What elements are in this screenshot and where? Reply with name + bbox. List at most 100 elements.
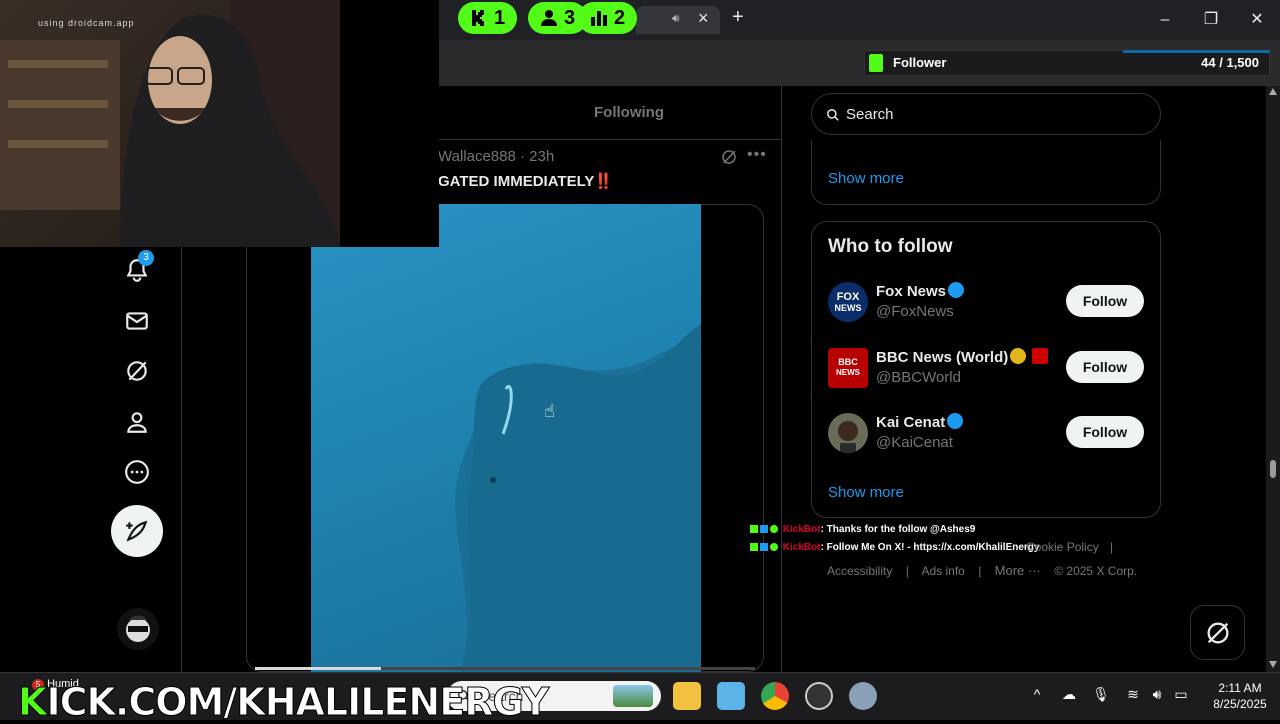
webcam-overlay: using droidcam.app xyxy=(0,0,439,247)
footer-links: Accessibility | Ads info | More ··· © 20… xyxy=(827,563,1147,578)
cookie-policy-link[interactable]: Cookie Policy | xyxy=(1026,540,1113,554)
tweet-text: GATED IMMEDIATELY‼️ xyxy=(438,173,614,190)
wifi-icon[interactable]: ≋ xyxy=(1124,686,1142,704)
suggested-account[interactable]: Kai Cenat @KaiCenat Follow xyxy=(828,413,1148,469)
scroll-up-icon[interactable] xyxy=(1269,88,1277,95)
verified-icon xyxy=(947,413,964,429)
clock-time: 2:11 AM xyxy=(1218,681,1262,695)
speaker-icon[interactable]: 🔊︎ xyxy=(672,11,680,26)
video-player[interactable] xyxy=(311,204,701,672)
video-progress[interactable] xyxy=(255,667,755,670)
nav-messages[interactable] xyxy=(119,303,155,339)
settings-icon[interactable] xyxy=(849,682,877,710)
mail-icon xyxy=(126,312,148,330)
tab-close-icon[interactable]: × xyxy=(698,8,709,29)
taskbar-clock[interactable]: 2:11 AM 8/25/2025 xyxy=(1205,680,1275,712)
minimize-button[interactable]: – xyxy=(1153,8,1177,32)
svg-text:FOX: FOX xyxy=(837,291,860,303)
chat-message: KickBot: Thanks for the follow @Ashes9 xyxy=(750,524,975,535)
chat-text: : Follow Me On X! - https://x.com/Khalil… xyxy=(820,542,1040,553)
kick-banner-text: ICK.COM/KHALILENERGY xyxy=(46,680,550,724)
post-button[interactable] xyxy=(111,505,163,557)
more-circle-icon xyxy=(125,460,149,484)
nav-more[interactable] xyxy=(119,454,155,490)
nav-grok[interactable] xyxy=(119,353,155,389)
show-more-link[interactable]: Show more xyxy=(828,484,904,501)
follow-button[interactable]: Follow xyxy=(1066,416,1144,448)
page-scrollbar[interactable] xyxy=(1266,86,1280,672)
nav-notifications[interactable]: 3 xyxy=(119,250,155,288)
restore-button[interactable]: ❐ xyxy=(1199,8,1223,32)
account-name: BBC News (World) xyxy=(876,349,1009,366)
kick-badge-icon xyxy=(750,543,758,551)
person-icon xyxy=(541,10,557,26)
new-tab-button[interactable]: + xyxy=(732,6,744,29)
copyright: © 2025 X Corp. xyxy=(1054,564,1138,578)
tweet-more-icon[interactable]: ••• xyxy=(747,146,767,164)
follower-goal-accent xyxy=(1123,50,1270,53)
affiliate-icon xyxy=(1032,348,1049,364)
account-avatar[interactable] xyxy=(117,608,159,650)
grok-floating-button[interactable] xyxy=(1190,605,1245,660)
accessibility-link[interactable]: Accessibility xyxy=(827,564,892,578)
microphone-icon[interactable]: 🎙︎ xyxy=(1092,686,1110,704)
tweet-author[interactable]: Wallace888 · 23h xyxy=(438,148,554,165)
chrome-icon[interactable] xyxy=(761,682,789,710)
grok-icon[interactable] xyxy=(720,148,738,171)
footer-separator: | xyxy=(905,564,909,578)
video-frame-image xyxy=(455,204,701,672)
kick-pill-value: 1 xyxy=(494,6,506,29)
follow-button[interactable]: Follow xyxy=(1066,351,1144,383)
bbc-avatar: BBC NEWS xyxy=(828,348,868,388)
suggested-account[interactable]: BBC NEWS BBC News (World) @BBCWorld Follo… xyxy=(828,348,1148,404)
bot-badge-icon xyxy=(760,543,768,551)
kick-banner-prefix: K xyxy=(17,680,47,724)
svg-text:BBC: BBC xyxy=(838,357,858,367)
chat-message: KickBot: Follow Me On X! - https://x.com… xyxy=(750,542,1039,553)
feather-plus-icon xyxy=(126,520,148,542)
cookie-policy-text[interactable]: Cookie Policy xyxy=(1026,540,1099,554)
grok-icon xyxy=(1207,622,1228,643)
kaicenat-avatar xyxy=(828,413,868,453)
search-icon xyxy=(827,109,839,121)
scroll-thumb[interactable] xyxy=(1270,460,1276,478)
notepad-icon[interactable] xyxy=(717,682,745,710)
footer-separator: | xyxy=(1110,540,1114,554)
account-handle: @KaiCenat xyxy=(876,434,953,451)
chevron-up-icon[interactable]: ^ xyxy=(1028,686,1046,704)
kick-viewers-pill: 1 xyxy=(458,2,518,34)
follow-button[interactable]: Follow xyxy=(1066,285,1144,317)
grok-icon xyxy=(127,361,147,381)
search-placeholder: Search xyxy=(846,106,894,123)
browser-tab[interactable]: 🔊︎ × xyxy=(636,6,720,34)
ads-info-link[interactable]: Ads info xyxy=(922,564,965,578)
webcam-scene xyxy=(0,0,439,247)
more-link[interactable]: More ··· xyxy=(995,563,1041,578)
video-progress-fill xyxy=(255,667,381,670)
close-window-button[interactable]: ✕ xyxy=(1245,8,1269,32)
clock-date: 8/25/2025 xyxy=(1213,697,1267,711)
scroll-down-icon[interactable] xyxy=(1269,661,1277,668)
bars-icon xyxy=(591,11,607,26)
obs-icon[interactable] xyxy=(805,682,833,710)
show-more-link[interactable]: Show more xyxy=(828,170,904,187)
kick-logo-icon xyxy=(869,54,883,72)
verified-badge-icon xyxy=(770,525,778,533)
battery-icon[interactable]: ▭ xyxy=(1172,686,1190,704)
kick-pill-value: 3 xyxy=(564,6,576,29)
kick-pill-value: 2 xyxy=(614,6,626,29)
notification-badge: 3 xyxy=(138,250,154,266)
account-handle: @FoxNews xyxy=(876,303,954,320)
svg-text:NEWS: NEWS xyxy=(835,303,862,313)
volume-icon[interactable]: 🔊︎ xyxy=(1148,686,1166,704)
account-name: Fox News xyxy=(876,283,947,300)
search-input[interactable]: Search xyxy=(811,93,1161,135)
suggested-account[interactable]: FOX NEWS Fox News @FoxNews Follow xyxy=(828,282,1148,338)
search-highlight-icon xyxy=(613,685,653,707)
file-explorer-icon[interactable] xyxy=(673,682,701,710)
nav-profile[interactable] xyxy=(119,404,155,440)
verified-badge-icon xyxy=(770,543,778,551)
footer-separator: | xyxy=(978,564,982,578)
tab-following[interactable]: Following xyxy=(594,104,664,121)
onedrive-icon[interactable]: ☁︎ xyxy=(1060,686,1078,704)
